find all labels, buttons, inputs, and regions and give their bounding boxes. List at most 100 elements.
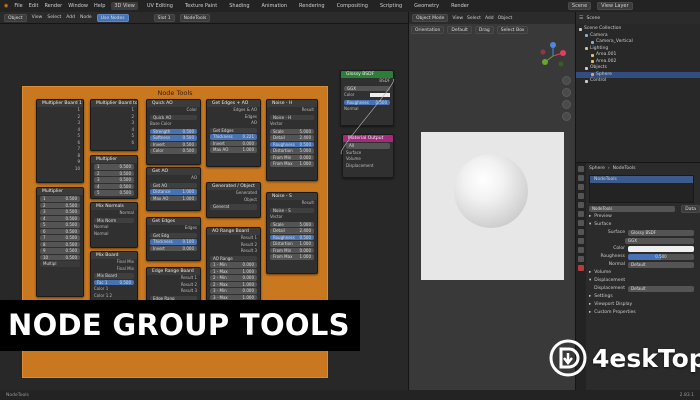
color-swatch[interactable] bbox=[628, 246, 694, 252]
workspace-tab-active[interactable]: 3D View bbox=[111, 2, 138, 10]
navigation-gizmo[interactable] bbox=[537, 40, 569, 72]
data-tab-icon[interactable] bbox=[578, 256, 584, 262]
modifier-tab-icon[interactable] bbox=[578, 220, 584, 226]
group-name-field[interactable]: Noise - H bbox=[270, 114, 314, 120]
roughness-slider[interactable]: 0.500 bbox=[628, 254, 694, 260]
roughness-field[interactable]: Roughness 0.500 bbox=[270, 234, 314, 240]
mode-selector[interactable]: Object Mode bbox=[412, 14, 449, 22]
detail-field[interactable]: Detail 2.400 bbox=[270, 228, 314, 234]
node-multiplier-board-2[interactable]: Multiplier Board to 1 2 3 4 5 6 bbox=[90, 99, 138, 151]
physics-tab-icon[interactable] bbox=[578, 238, 584, 244]
value-field[interactable]: 3 0.500 bbox=[40, 209, 80, 215]
camera-view-icon[interactable] bbox=[562, 100, 571, 109]
workspace-tab[interactable]: Rendering bbox=[296, 2, 328, 10]
from-max-field[interactable]: From Max 1.000 bbox=[270, 161, 314, 167]
value-field[interactable]: 1 0.500 bbox=[40, 196, 80, 202]
range-field[interactable]: 1 - Min 0.000 bbox=[210, 262, 257, 268]
section-volume[interactable]: ▸ Volume bbox=[589, 269, 700, 277]
material-slot-list[interactable]: NodeTools bbox=[589, 175, 694, 203]
thickness-field[interactable]: Thickness 0.221 bbox=[210, 134, 257, 140]
node-material-output[interactable]: Material Output All Surface Volume Displ… bbox=[342, 134, 394, 178]
normal-field[interactable]: Default bbox=[628, 262, 694, 268]
orientation-dropdown[interactable]: Orientation bbox=[411, 26, 445, 34]
scene-tab-icon[interactable] bbox=[578, 193, 584, 199]
menu-select[interactable]: Select bbox=[467, 16, 481, 21]
thickness-field[interactable]: Thickness 0.100 bbox=[150, 239, 197, 245]
menu-view[interactable]: View bbox=[32, 15, 43, 20]
menu-add[interactable]: Add bbox=[66, 15, 75, 20]
group-name-field[interactable]: Mix Board bbox=[94, 273, 134, 279]
range-field[interactable]: 2 - Min 0.000 bbox=[210, 275, 257, 281]
menu-edit[interactable]: Edit bbox=[29, 3, 39, 9]
outliner-type-icon[interactable]: ☰ bbox=[579, 15, 583, 21]
constraints-tab-icon[interactable] bbox=[578, 247, 584, 253]
workspace-tab[interactable]: Scripting bbox=[377, 2, 405, 10]
max-ao-field[interactable]: Max AO 1.000 bbox=[210, 147, 257, 153]
range-field[interactable]: 1 - Max 1.000 bbox=[210, 268, 257, 274]
menu-render[interactable]: Render bbox=[44, 3, 62, 9]
scale-field[interactable]: Scale 5.000 bbox=[270, 221, 314, 227]
render-tab-icon[interactable] bbox=[578, 175, 584, 181]
scale-field[interactable]: Scale 5.000 bbox=[270, 128, 314, 134]
section-surface[interactable]: ▾ Surface bbox=[589, 221, 700, 229]
workspace-tab[interactable]: UV Editing bbox=[144, 2, 176, 10]
select-box-dropdown[interactable]: Select Box bbox=[496, 26, 529, 34]
value-field[interactable]: 6 0.500 bbox=[40, 228, 80, 234]
group-name-field[interactable]: Noise - S bbox=[270, 207, 314, 213]
invert-field[interactable]: Invert 0.000 bbox=[150, 245, 197, 251]
distortion-field[interactable]: Distortion 1.000 bbox=[270, 241, 314, 247]
strength-field[interactable]: Strength 0.500 bbox=[150, 128, 197, 134]
node-multiplier-table[interactable]: Multiplier 1 0.500 2 0.500 3 0.500 4 0.500 5… bbox=[90, 155, 138, 199]
range-field[interactable]: 2 - Max 1.000 bbox=[210, 281, 257, 287]
material-name-field[interactable]: NodeTools bbox=[589, 206, 676, 212]
drag-dropdown[interactable]: Drag bbox=[474, 26, 494, 34]
value-field[interactable]: 3 0.500 bbox=[94, 177, 134, 183]
node-mix-normals[interactable]: Mix Normals Normal Mix Norm Normal Norma… bbox=[90, 202, 138, 248]
grid-icon[interactable] bbox=[562, 112, 571, 121]
value-field[interactable]: 5 0.500 bbox=[94, 190, 134, 196]
softness-field[interactable]: Softness 0.500 bbox=[150, 135, 197, 141]
slot-selector[interactable]: Slot 1 bbox=[153, 13, 175, 22]
value-field[interactable]: 1 0.500 bbox=[94, 164, 134, 170]
invert-field[interactable]: Invert 0.000 bbox=[210, 140, 257, 146]
use-nodes-toggle[interactable]: Use Nodes bbox=[96, 13, 129, 22]
menu-help[interactable]: Help bbox=[94, 3, 105, 9]
menu-add[interactable]: Add bbox=[485, 16, 494, 21]
group-name-field[interactable]: Get Edges bbox=[210, 127, 257, 133]
value-field[interactable]: 2 0.500 bbox=[94, 170, 134, 176]
outliner-item[interactable]: Control bbox=[576, 78, 700, 85]
node-get-edges[interactable]: Get Edges Edges Get Edg Thickness 0.100 I… bbox=[146, 217, 201, 261]
fac-1-field[interactable]: Fac 1 0.500 bbox=[94, 279, 134, 285]
value-field[interactable]: 8 0.500 bbox=[40, 241, 80, 247]
view-layer-selector[interactable]: View Layer bbox=[597, 2, 633, 10]
value-field[interactable]: 10 0.500 bbox=[40, 254, 80, 260]
node-glossy-bsdf[interactable]: Glossy BSDF BSDF GGX Color Roughness 0.50… bbox=[340, 70, 394, 126]
max-ao-field[interactable]: Max AO 1.000 bbox=[150, 195, 197, 201]
blender-logo-icon[interactable]: ◉ bbox=[4, 3, 8, 9]
section-displacement[interactable]: ▾ Displacement bbox=[589, 277, 700, 285]
tool-tab-icon[interactable] bbox=[578, 166, 584, 172]
workspace-tab[interactable]: Render bbox=[448, 2, 472, 10]
from-min-field[interactable]: From Min 0.000 bbox=[270, 154, 314, 160]
editor-type-selector[interactable]: Object bbox=[4, 13, 27, 22]
group-name-field[interactable]: Generat bbox=[210, 204, 257, 210]
multiplier-group-field[interactable]: Multipl bbox=[40, 261, 80, 267]
node-noise-s[interactable]: Noise - S Result Noise - S Vector Scale 5… bbox=[266, 192, 318, 274]
3d-viewport[interactable]: Orientation Default Drag Select Box bbox=[408, 24, 575, 390]
sphere-object[interactable] bbox=[454, 154, 528, 228]
group-name-field[interactable]: Quick AO bbox=[150, 114, 197, 120]
target-dropdown[interactable]: All bbox=[346, 143, 390, 149]
material-selector[interactable]: NodeTools bbox=[179, 13, 211, 22]
workspace-tab[interactable]: Texture Paint bbox=[182, 2, 220, 10]
menu-node[interactable]: Node bbox=[80, 15, 92, 20]
pivot-dropdown[interactable]: Default bbox=[447, 26, 472, 34]
scene-selector[interactable]: Scene bbox=[567, 2, 592, 10]
node-get-edges-ao[interactable]: Get Edges + AO Edges & AO Edges AO Get E… bbox=[206, 99, 261, 167]
workspace-tab[interactable]: Shading bbox=[226, 2, 252, 10]
node-multiplier-left[interactable]: Multiplier 1 0.500 2 0.500 3 0.500 4 0.500 5… bbox=[36, 187, 84, 297]
material-slot-row[interactable]: NodeTools bbox=[590, 176, 693, 183]
value-field[interactable]: 7 0.500 bbox=[40, 235, 80, 241]
from-min-field[interactable]: From Min 0.000 bbox=[270, 247, 314, 253]
range-field[interactable]: 3 - Min 0.000 bbox=[210, 288, 257, 294]
data-link-dropdown[interactable]: Data bbox=[681, 205, 700, 213]
